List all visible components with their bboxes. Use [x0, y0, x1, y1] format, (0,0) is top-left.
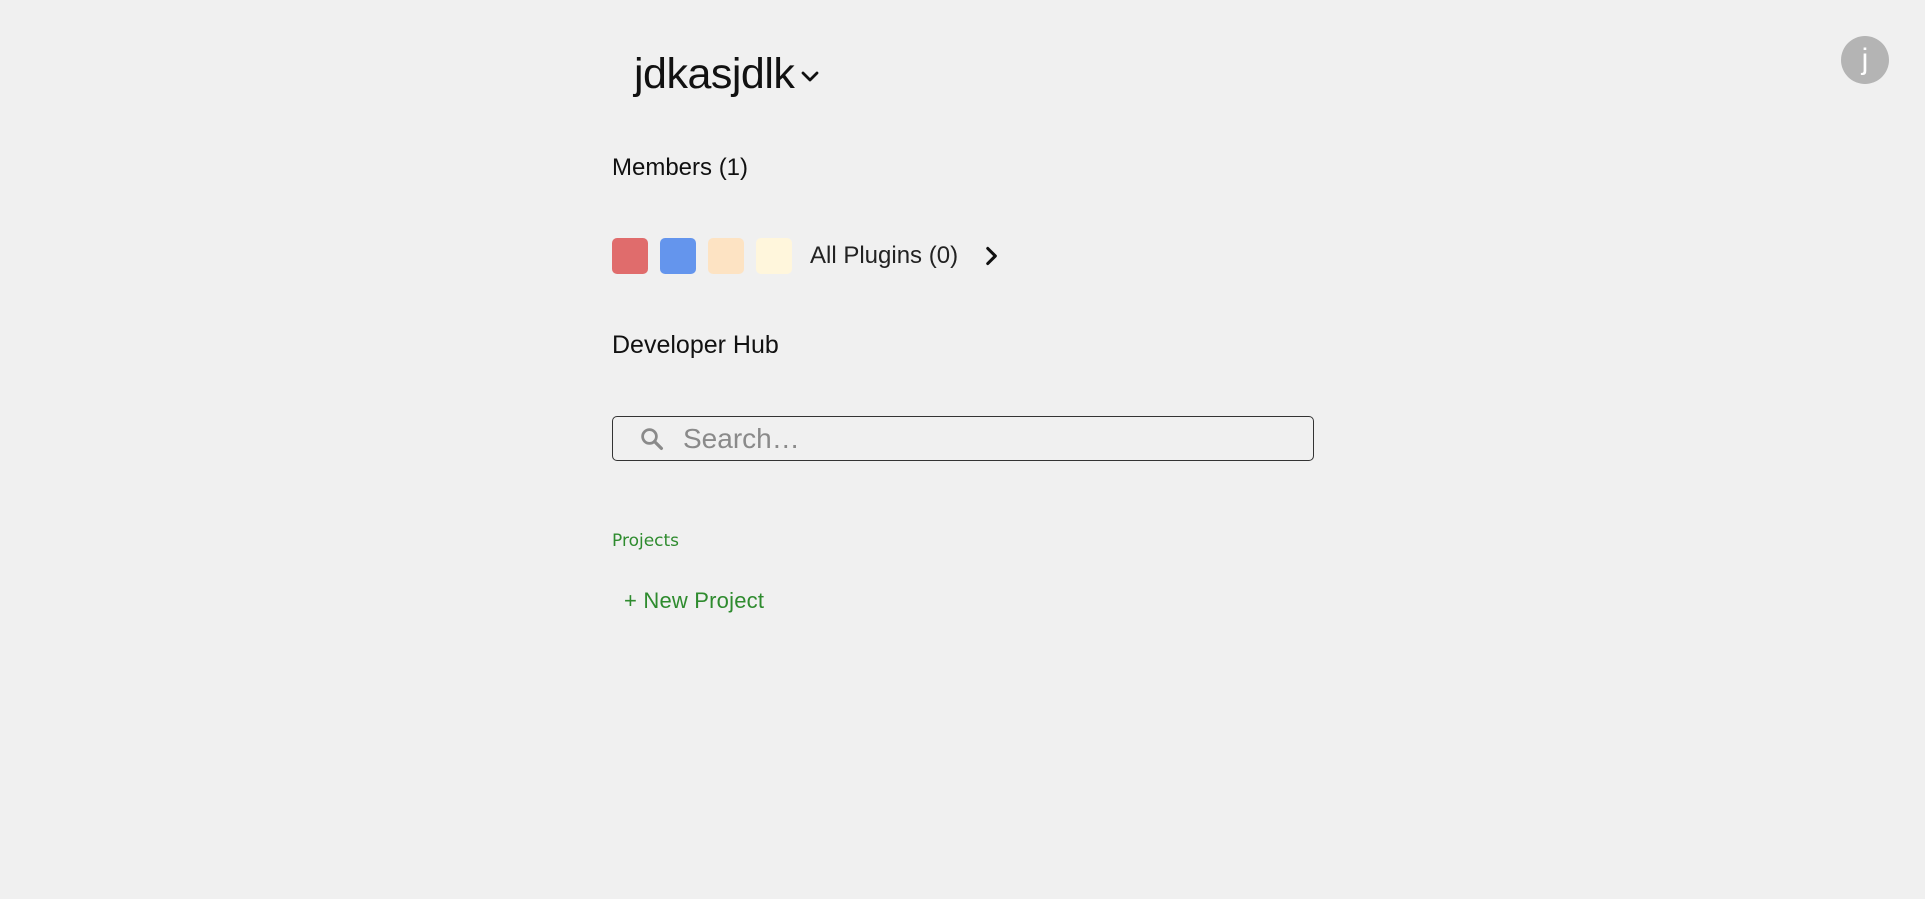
projects-section-label: Projects — [612, 531, 680, 551]
members-link[interactable]: Members (1) — [612, 154, 748, 182]
plugin-swatch-blue — [660, 238, 696, 274]
workspace-name: jdkasjdlk — [634, 49, 795, 98]
plugin-swatch-cream — [756, 238, 792, 274]
chevron-right-icon — [986, 246, 997, 266]
plugin-swatch-red — [612, 238, 648, 274]
page: j jdkasjdlk Members (1) All Plugins (0) … — [0, 0, 1925, 899]
avatar-initial: j — [1861, 43, 1869, 76]
new-project-button[interactable]: + New Project — [624, 588, 764, 614]
plugin-swatch-peach — [708, 238, 744, 274]
all-plugins-row[interactable]: All Plugins (0) — [612, 238, 1004, 274]
developer-hub-title: Developer Hub — [612, 331, 779, 359]
search-icon — [641, 427, 663, 450]
workspace-switcher[interactable]: jdkasjdlk — [634, 44, 822, 104]
user-avatar[interactable]: j — [1841, 36, 1889, 84]
search-box[interactable] — [612, 416, 1314, 461]
all-plugins-label: All Plugins (0) — [810, 242, 959, 269]
chevron-down-icon — [802, 71, 819, 82]
search-input[interactable] — [683, 418, 1313, 459]
